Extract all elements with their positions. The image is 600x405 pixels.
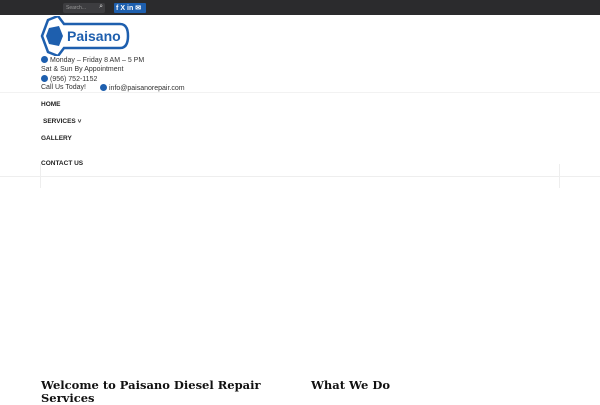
- facebook-icon[interactable]: f: [116, 5, 118, 12]
- email-link[interactable]: info@paisanorepair.com: [100, 84, 185, 92]
- clock-icon: [41, 56, 48, 63]
- logo-text: Paisano: [67, 28, 121, 44]
- phone[interactable]: (956) 752-1152: [41, 75, 97, 83]
- hours-text: Monday – Friday 8 AM – 5 PM: [50, 57, 145, 64]
- nav-gallery[interactable]: GALLERY: [41, 135, 72, 142]
- what-we-do-heading: What We Do: [311, 378, 390, 392]
- x-icon[interactable]: X: [120, 5, 125, 12]
- envelope-icon: [100, 84, 107, 91]
- top-bar: Search... ⌕ f X in ✉: [0, 0, 600, 15]
- call-us: Call Us Today!: [41, 84, 87, 91]
- chevron-down-icon: ˅: [75, 118, 82, 125]
- email-icon[interactable]: ✉: [135, 4, 141, 12]
- phone-text: (956) 752-1152: [50, 76, 98, 83]
- search-input[interactable]: Search... ⌕: [63, 3, 105, 13]
- nav-services-label: SERVICES: [43, 118, 76, 125]
- search-icon[interactable]: ⌕: [99, 3, 103, 11]
- nav-services[interactable]: SERVICES ˅: [43, 118, 81, 125]
- weekend-hours: Sat & Sun By Appointment: [41, 66, 124, 73]
- phone-icon: [41, 75, 48, 82]
- welcome-heading: Welcome to Paisano Diesel Repair Service…: [41, 378, 261, 405]
- divider: [0, 92, 600, 93]
- hours: Monday – Friday 8 AM – 5 PM: [41, 56, 144, 64]
- linkedin-icon[interactable]: in: [127, 5, 133, 12]
- divider: [0, 176, 600, 177]
- email-text: info@paisanorepair.com: [109, 85, 185, 92]
- logo[interactable]: Paisano: [40, 14, 130, 61]
- search-placeholder: Search...: [66, 5, 87, 11]
- nav-home[interactable]: HOME: [41, 101, 61, 108]
- social-links: f X in ✉: [114, 3, 146, 13]
